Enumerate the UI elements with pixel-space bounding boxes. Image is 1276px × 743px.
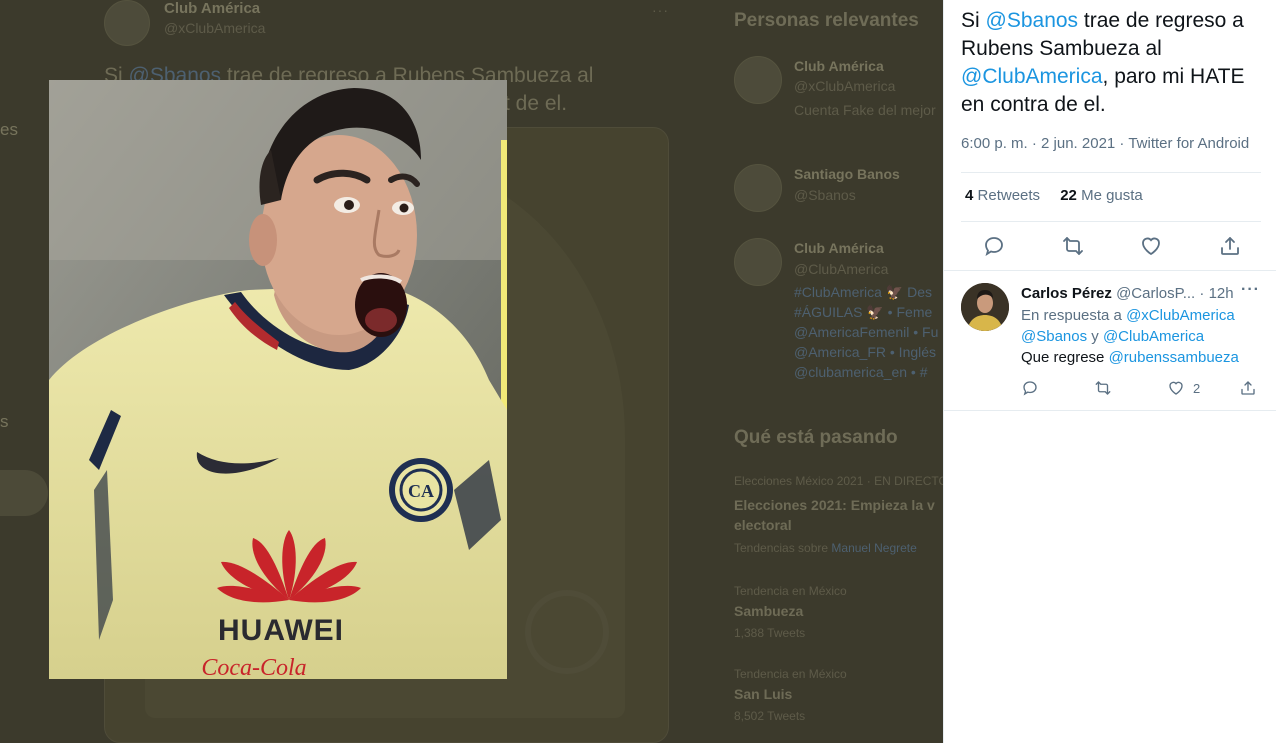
in-reply-to: En respuesta a @xClubAmerica	[1021, 307, 1235, 324]
person-bio-line: @AmericaFemenil • Fu	[794, 324, 939, 340]
in-reply-to: @Sbanos y @ClubAmerica	[1021, 328, 1205, 345]
reply-author-handle[interactable]: @CarlosP...	[1116, 285, 1195, 302]
whats-happening-heading: Qué está pasando	[734, 427, 898, 448]
mention-link[interactable]: @rubenssambueza	[1109, 349, 1239, 366]
trend-count: 8,502 Tweets	[734, 709, 806, 723]
sponsor-huawei: HUAWEI	[218, 614, 344, 647]
trend-title: Elecciones 2021: Empieza la v	[734, 497, 935, 513]
trend-count: 1,388 Tweets	[734, 626, 806, 640]
like-count: 2	[1193, 380, 1201, 396]
more-icon: ···	[652, 2, 669, 18]
person-name: Club América	[794, 240, 884, 256]
person-handle: @Sbanos	[794, 187, 856, 203]
mention-link[interactable]: @ClubAmerica	[961, 65, 1103, 88]
trend-title: Sambueza	[734, 603, 804, 619]
trend-context: Elecciones México 2021 · EN DIRECTO	[734, 474, 943, 488]
tweet-timestamp[interactable]: 6:00 p. m. · 2 jun. 2021 · Twitter for A…	[961, 135, 1249, 152]
crest-text: CA	[408, 481, 434, 501]
author-name: Club América	[164, 0, 261, 17]
person-name: Santiago Banos	[794, 166, 900, 182]
reply-text: Que regrese @rubenssambueza	[1021, 349, 1239, 366]
likes-stat[interactable]: 22 Me gusta	[1060, 187, 1143, 204]
person-name: Club América	[794, 58, 884, 74]
share-icon[interactable]	[1218, 234, 1242, 258]
avatar	[734, 164, 782, 212]
avatar	[734, 56, 782, 104]
reply-actions: 2	[1021, 379, 1261, 401]
reply-tweet[interactable]: Carlos Pérez @CarlosP... · 12h ··· En re…	[944, 271, 1276, 411]
like-icon	[1169, 381, 1183, 395]
person-handle: @xClubAmerica	[794, 78, 896, 94]
tweet-stats: 4 Retweets 22 Me gusta	[965, 187, 1159, 204]
trend-subtitle: Tendencias sobre Manuel Negrete	[734, 541, 917, 555]
trend-title: San Luis	[734, 686, 793, 702]
like-button[interactable]: 2	[1167, 379, 1200, 397]
more-icon[interactable]: ···	[1241, 281, 1260, 299]
tweet-text: Si @Sbanos trae de regreso a Rubens Samb…	[961, 9, 1245, 116]
person-bio: Cuenta Fake del mejor	[794, 102, 936, 118]
retweets-stat[interactable]: 4 Retweets	[965, 187, 1040, 204]
tweet-actions	[982, 234, 1242, 258]
reply-icon[interactable]	[1021, 379, 1039, 397]
mention-link[interactable]: @xClubAmerica	[1126, 307, 1235, 324]
tweet-button	[0, 470, 48, 516]
reply-header: Carlos Pérez @CarlosP... · 12h	[1021, 285, 1234, 302]
like-icon[interactable]	[1139, 234, 1163, 258]
avatar[interactable]	[961, 283, 1009, 331]
relevant-people-heading: Personas relevantes	[734, 10, 919, 31]
retweet-icon[interactable]	[1061, 234, 1085, 258]
person-bio-line: #ÁGUILAS 🦅 • Feme	[794, 304, 933, 320]
retweet-icon[interactable]	[1094, 379, 1112, 397]
reply-time[interactable]: 12h	[1209, 285, 1234, 302]
mention-link[interactable]: @Sbanos	[1021, 328, 1087, 345]
person-bio-line: @clubamerica_en • #	[794, 364, 928, 380]
share-icon[interactable]	[1239, 379, 1257, 397]
trend-title: electoral	[734, 517, 792, 533]
avatar	[104, 0, 150, 46]
divider	[961, 172, 1261, 173]
person-bio-line: #ClubAmerica 🦅 Des	[794, 284, 933, 300]
reply-author-name[interactable]: Carlos Pérez	[1021, 285, 1112, 302]
author-handle: @xClubAmerica	[164, 20, 266, 36]
person-bio-line: @America_FR • Inglés	[794, 344, 937, 360]
person-handle: @ClubAmerica	[794, 261, 889, 277]
reply-icon[interactable]	[982, 234, 1006, 258]
nav-fragment: es	[0, 120, 18, 139]
crest-icon	[525, 590, 609, 674]
trend-context: Tendencia en México	[734, 584, 847, 598]
avatar	[734, 238, 782, 286]
trend-context: Tendencia en México	[734, 667, 847, 681]
divider	[961, 221, 1261, 222]
tweet-photo[interactable]: CA HUAWEI Coca-Cola	[49, 80, 507, 679]
tweet-detail-panel: Si @Sbanos trae de regreso a Rubens Samb…	[943, 0, 1276, 743]
sponsor-cocacola: Coca-Cola	[201, 655, 306, 679]
mention-link[interactable]: @Sbanos	[986, 9, 1079, 32]
mention-link[interactable]: @ClubAmerica	[1103, 328, 1204, 345]
divider	[944, 410, 1276, 411]
nav-fragment: s	[0, 412, 9, 431]
